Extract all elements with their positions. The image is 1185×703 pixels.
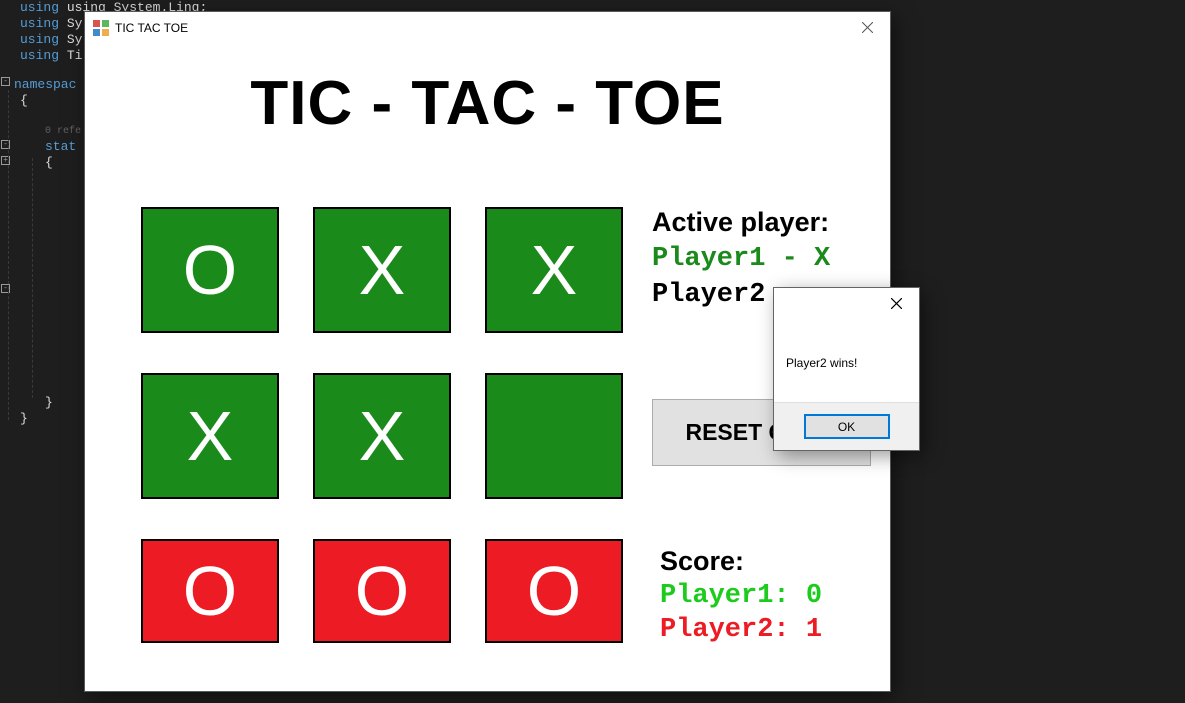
- score-player1: Player1: 0: [660, 581, 822, 611]
- window-close-button[interactable]: [844, 12, 890, 43]
- dialog-titlebar[interactable]: [774, 288, 919, 318]
- cell-0-1[interactable]: X: [313, 207, 451, 333]
- code-line: {: [20, 93, 28, 109]
- cell-mark: O: [183, 551, 237, 631]
- code-line: {: [45, 155, 53, 171]
- cell-1-2[interactable]: [485, 373, 623, 499]
- score-player2: Player2: 1: [660, 615, 822, 645]
- code-line: namespac: [14, 77, 76, 93]
- cell-mark: O: [527, 551, 581, 631]
- dialog-ok-button[interactable]: OK: [804, 414, 890, 439]
- code-line: using Ti: [20, 48, 82, 64]
- score-panel: Score: Player1: 0 Player2: 1: [660, 546, 822, 645]
- game-title: TIC - TAC - TOE: [85, 68, 890, 139]
- ok-button-label: OK: [838, 420, 855, 434]
- cell-2-0[interactable]: O: [141, 539, 279, 643]
- window-title: TIC TAC TOE: [115, 21, 188, 35]
- close-icon: [862, 22, 873, 33]
- code-line: stat: [45, 139, 76, 155]
- code-line: using Sy: [20, 32, 82, 48]
- cell-2-1[interactable]: O: [313, 539, 451, 643]
- active-player-label: Active player:: [652, 207, 882, 238]
- player1-label: Player1 - X: [652, 244, 882, 274]
- indent-guide: [8, 90, 9, 420]
- cell-mark: O: [183, 230, 237, 310]
- indent-guide: [32, 158, 33, 398]
- score-label: Score:: [660, 546, 822, 577]
- cell-mark: X: [359, 396, 406, 476]
- cell-0-0[interactable]: O: [141, 207, 279, 333]
- cell-mark: X: [187, 396, 234, 476]
- cell-mark: X: [531, 230, 578, 310]
- dialog-footer: OK: [774, 402, 919, 450]
- cell-2-2[interactable]: O: [485, 539, 623, 643]
- app-icon: [93, 20, 109, 36]
- code-line: using Sy: [20, 16, 82, 32]
- cell-mark: X: [359, 230, 406, 310]
- cell-1-1[interactable]: X: [313, 373, 451, 499]
- code-codelens: 0 refe: [45, 124, 81, 140]
- close-icon: [891, 298, 902, 309]
- game-window: TIC TAC TOE TIC - TAC - TOE O X X X X O …: [84, 11, 891, 692]
- cell-mark: O: [355, 551, 409, 631]
- code-line: }: [45, 395, 53, 411]
- code-line: }: [20, 411, 28, 427]
- message-dialog: Player2 wins! OK: [773, 287, 920, 451]
- window-client-area: TIC - TAC - TOE O X X X X O O O Active p…: [85, 43, 890, 691]
- cell-0-2[interactable]: X: [485, 207, 623, 333]
- fold-toggle[interactable]: -: [1, 77, 10, 86]
- cell-1-0[interactable]: X: [141, 373, 279, 499]
- dialog-message: Player2 wins!: [786, 356, 857, 370]
- window-titlebar[interactable]: TIC TAC TOE: [85, 12, 890, 43]
- dialog-close-button[interactable]: [874, 288, 919, 318]
